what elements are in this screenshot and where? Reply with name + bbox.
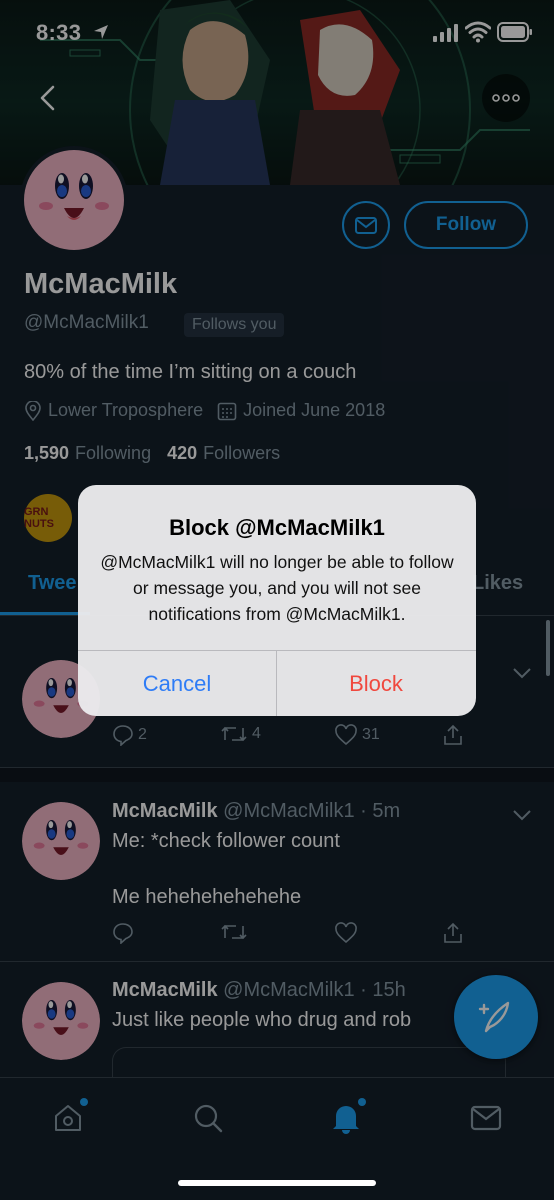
dialog-message: @McMacMilk1 will no longer be able to fo…: [100, 552, 454, 624]
home-indicator[interactable]: [178, 1180, 376, 1186]
block-button[interactable]: Block: [277, 651, 475, 716]
cancel-button[interactable]: Cancel: [78, 651, 276, 716]
block-confirmation-dialog: Block @McMacMilk1 @McMacMilk1 will no lo…: [78, 485, 476, 716]
dialog-title: Block @McMacMilk1: [169, 515, 385, 540]
